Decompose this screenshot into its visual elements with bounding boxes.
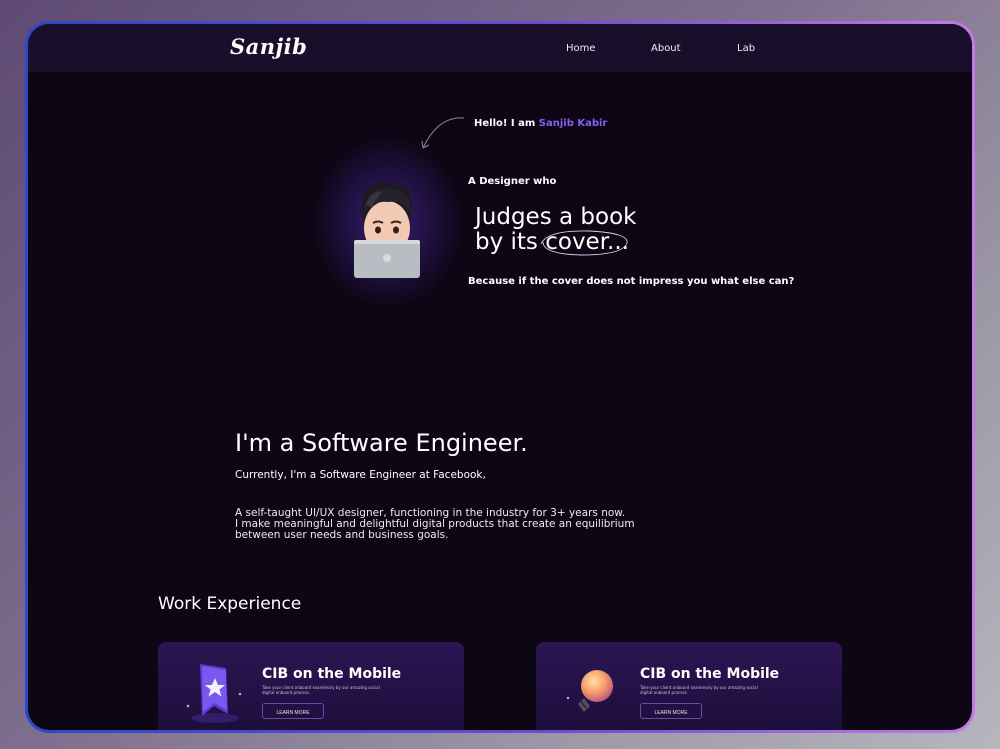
work-card[interactable]: CIB on the Mobile Take your client onboa… bbox=[536, 642, 842, 730]
bookmark-star-icon bbox=[186, 664, 242, 723]
nav-lab-link[interactable]: Lab bbox=[737, 43, 755, 54]
device-frame: Sanjib Home About Lab Hello! I am Sanjib bbox=[25, 21, 975, 733]
memoji-avatar bbox=[354, 183, 420, 278]
about-bio: A self-taught UI/UX designer, functionin… bbox=[235, 508, 655, 541]
portfolio-page: Sanjib Home About Lab Hello! I am Sanjib bbox=[28, 24, 972, 730]
hero-tagline: Because if the cover does not impress yo… bbox=[468, 276, 795, 287]
card-description: Take your client onboard seamlessly by o… bbox=[262, 685, 380, 695]
hero-greeting: Hello! I am Sanjib Kabir bbox=[474, 118, 607, 129]
card-title: CIB on the Mobile bbox=[640, 666, 780, 682]
designer-who-label: A Designer who bbox=[468, 176, 557, 187]
headline-line-1: Judges a book bbox=[475, 204, 637, 230]
greeting-name: Sanjib Kabir bbox=[538, 118, 608, 129]
learn-more-button[interactable]: LEARN MORE bbox=[640, 703, 702, 719]
work-experience-heading: Work Experience bbox=[158, 594, 302, 614]
nav-home-link[interactable]: Home bbox=[566, 43, 596, 54]
site-logo[interactable]: Sanjib bbox=[230, 34, 307, 59]
about-title: I'm a Software Engineer. bbox=[235, 429, 528, 457]
curved-arrow-icon bbox=[421, 117, 465, 149]
lightbulb-icon bbox=[566, 670, 614, 712]
nav-about-link[interactable]: About bbox=[651, 43, 681, 54]
greeting-prefix: Hello! I am bbox=[474, 118, 536, 129]
card-title: CIB on the Mobile bbox=[262, 666, 402, 682]
card-description: Take your client onboard seamlessly by o… bbox=[640, 685, 758, 695]
learn-more-button[interactable]: LEARN MORE bbox=[262, 703, 324, 719]
cover-scribble-circle bbox=[540, 230, 628, 256]
top-navbar: Sanjib Home About Lab bbox=[28, 24, 972, 72]
current-role-text: Currently, I'm a Software Engineer at Fa… bbox=[235, 469, 486, 481]
work-card[interactable]: CIB on the Mobile Take your client onboa… bbox=[158, 642, 464, 730]
bio-line: between user needs and business goals. bbox=[235, 529, 449, 541]
